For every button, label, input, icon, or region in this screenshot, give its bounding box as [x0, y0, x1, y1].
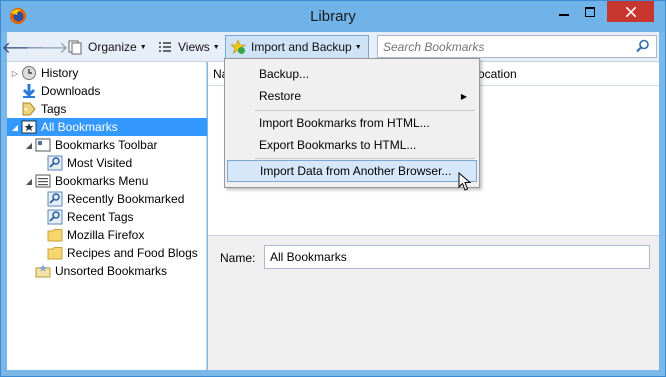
library-window: Library 🡐 🡒 Organize ▼ Views ▼ Import an… [0, 0, 666, 377]
search-box[interactable] [377, 35, 657, 58]
tree-item-recent-tags[interactable]: Recent Tags [47, 208, 134, 226]
minimize-button[interactable] [551, 1, 577, 22]
mouse-pointer-icon [458, 172, 472, 191]
smart-query-icon [47, 209, 63, 225]
tree-item-most-visited[interactable]: Most Visited [47, 154, 132, 172]
tree-item-label: Bookmarks Menu [55, 174, 149, 188]
menu-item-label: Export Bookmarks to HTML... [259, 138, 417, 152]
window-bottom-border [7, 370, 659, 376]
tree-item-label: Downloads [41, 84, 101, 98]
folder-icon [47, 247, 63, 260]
tree-item-label: Mozilla Firefox [67, 228, 145, 242]
name-field[interactable] [264, 245, 650, 269]
tree-item-label: History [41, 66, 79, 80]
collapse-triangle-icon[interactable]: ◢ [23, 141, 35, 150]
maximize-icon [585, 6, 595, 17]
tree-item-all-bookmarks[interactable]: ◢ All Bookmarks [7, 118, 207, 136]
chevron-down-icon: ▼ [139, 43, 147, 51]
name-label: Name: [220, 251, 256, 265]
tree-item-bookmarks-menu[interactable]: ◢ Bookmarks Menu [23, 172, 148, 190]
folder-tree: ▷ History Downloads Tags ◢ All Bookmarks… [7, 62, 207, 370]
tree-item-tags[interactable]: Tags [21, 100, 66, 118]
import-backup-menu: Backup... Restore ▶ Import Bookmarks fro… [224, 58, 480, 188]
menu-item-label: Backup... [259, 67, 310, 81]
tree-item-label: Tags [41, 102, 67, 116]
tree-item-downloads[interactable]: Downloads [21, 82, 100, 100]
search-input[interactable] [378, 36, 623, 57]
chevron-down-icon: ▼ [354, 43, 362, 51]
tree-item-recipes-and-food-blogs[interactable]: Recipes and Food Blogs [47, 244, 198, 262]
toolbar-folder-icon [35, 138, 51, 152]
import-backup-label: Import and Backup [251, 40, 352, 54]
menu-item-import-other-browser[interactable]: Import Data from Another Browser... [227, 160, 477, 182]
tree-item-label: Unsorted Bookmarks [55, 264, 168, 278]
menu-item-backup[interactable]: Backup... [227, 63, 477, 85]
tree-item-mozilla-firefox[interactable]: Mozilla Firefox [47, 226, 144, 244]
menu-separator [255, 158, 475, 159]
chevron-down-icon: ▼ [212, 43, 220, 51]
maximize-button[interactable] [577, 1, 603, 22]
menu-item-import-html[interactable]: Import Bookmarks from HTML... [227, 112, 477, 134]
star-folder-icon [21, 120, 37, 134]
views-button[interactable]: Views ▼ [157, 35, 220, 59]
tree-item-label: Recently Bookmarked [67, 192, 185, 206]
tree-item-label: Most Visited [67, 156, 133, 170]
import-backup-button[interactable]: Import and Backup ▼ [225, 35, 369, 59]
organize-button[interactable]: Organize ▼ [67, 35, 147, 59]
forward-button[interactable]: 🡒 [26, 35, 69, 59]
menu-item-label: Import Data from Another Browser... [260, 164, 452, 178]
forward-arrow-icon: 🡒 [25, 39, 69, 57]
minimize-icon [559, 13, 569, 16]
folder-icon [47, 229, 63, 242]
collapse-triangle-icon[interactable]: ◢ [9, 123, 21, 132]
tree-item-unsorted-bookmarks[interactable]: Unsorted Bookmarks [35, 262, 167, 280]
unsorted-folder-icon [35, 264, 51, 278]
close-icon [625, 6, 636, 17]
views-icon [159, 42, 171, 52]
title-bar[interactable]: Library [1, 1, 665, 32]
organize-label: Organize [88, 40, 137, 54]
tree-item-recently-bookmarked[interactable]: Recently Bookmarked [47, 190, 184, 208]
smart-query-icon [47, 191, 63, 207]
tree-item-label: Recent Tags [67, 210, 134, 224]
menu-separator [255, 110, 475, 111]
menu-folder-icon [35, 174, 51, 188]
close-button[interactable] [607, 1, 654, 22]
tree-item-label: Bookmarks Toolbar [55, 138, 158, 152]
tree-item-bookmarks-toolbar[interactable]: ◢ Bookmarks Toolbar [23, 136, 158, 154]
menu-item-export-html[interactable]: Export Bookmarks to HTML... [227, 134, 477, 156]
import-star-icon [230, 39, 246, 54]
tree-item-history[interactable]: ▷ History [9, 64, 78, 82]
tree-item-label: Recipes and Food Blogs [67, 246, 198, 260]
menu-item-label: Import Bookmarks from HTML... [259, 116, 430, 130]
organize-icon [68, 40, 82, 55]
smart-query-icon [47, 155, 63, 171]
tag-icon [22, 102, 36, 116]
download-arrow-icon [22, 84, 36, 98]
column-header-location[interactable]: ocation [478, 67, 517, 81]
collapse-triangle-icon[interactable]: ◢ [23, 177, 35, 186]
tree-item-label: All Bookmarks [41, 120, 118, 134]
search-icon[interactable] [636, 39, 650, 53]
expand-triangle-icon[interactable]: ▷ [9, 69, 21, 78]
menu-item-restore[interactable]: Restore ▶ [227, 85, 477, 107]
history-icon [22, 66, 36, 80]
menu-item-label: Restore [259, 89, 302, 103]
details-pane: Name: [208, 236, 659, 370]
submenu-arrow-icon: ▶ [460, 91, 467, 101]
views-label: Views [178, 40, 210, 54]
